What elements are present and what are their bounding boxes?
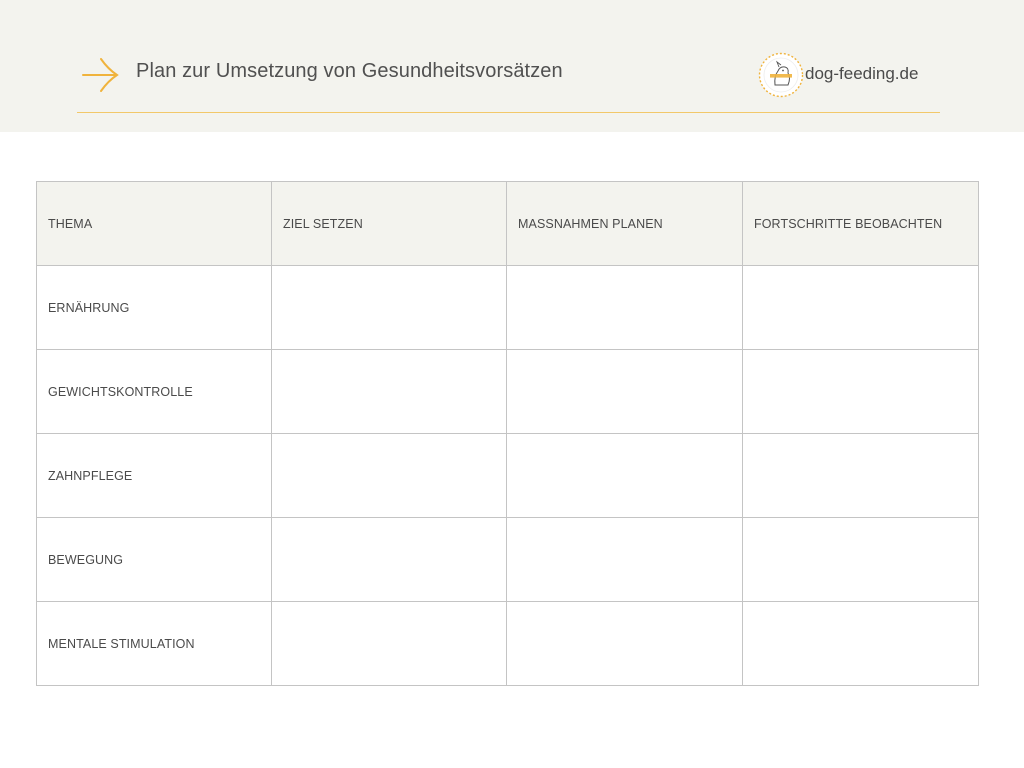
cell-ziel-setzen[interactable] [271, 349, 507, 434]
table-row: GEWICHTSKONTROLLE [36, 349, 979, 434]
brand-name: dog-feeding.de [805, 64, 919, 83]
cell-massnahmen-planen[interactable] [506, 349, 743, 434]
cell-massnahmen-planen[interactable] [506, 601, 743, 686]
table-row: ERNÄHRUNG [36, 265, 979, 350]
row-label-gewichtskontrolle: GEWICHTSKONTROLLE [36, 349, 272, 434]
arrow-right-icon [82, 58, 119, 92]
cell-ziel-setzen[interactable] [271, 517, 507, 602]
table-header-row: THEMA ZIEL SETZEN MASSNAHMEN PLANEN FORT… [36, 181, 979, 266]
cell-ziel-setzen[interactable] [271, 265, 507, 350]
cell-massnahmen-planen[interactable] [506, 265, 743, 350]
cell-fortschritte-beobachten[interactable] [742, 517, 979, 602]
health-plan-table: THEMA ZIEL SETZEN MASSNAHMEN PLANEN FORT… [36, 181, 979, 686]
cell-fortschritte-beobachten[interactable] [742, 433, 979, 518]
column-header-thema: THEMA [36, 181, 272, 266]
table-row: MENTALE STIMULATION [36, 601, 979, 686]
column-header-ziel-setzen: ZIEL SETZEN [271, 181, 507, 266]
cell-ziel-setzen[interactable] [271, 433, 507, 518]
cell-massnahmen-planen[interactable] [506, 433, 743, 518]
column-header-massnahmen-planen: MASSNAHMEN PLANEN [506, 181, 743, 266]
cell-fortschritte-beobachten[interactable] [742, 349, 979, 434]
row-label-zahnpflege: ZAHNPFLEGE [36, 433, 272, 518]
cell-fortschritte-beobachten[interactable] [742, 265, 979, 350]
cell-fortschritte-beobachten[interactable] [742, 601, 979, 686]
page-header: Plan zur Umsetzung von Gesundheitsvorsät… [0, 0, 1024, 132]
row-label-mentale-stimulation: MENTALE STIMULATION [36, 601, 272, 686]
row-label-bewegung: BEWEGUNG [36, 517, 272, 602]
dog-feeding-logo [758, 52, 804, 98]
cell-massnahmen-planen[interactable] [506, 517, 743, 602]
cell-ziel-setzen[interactable] [271, 601, 507, 686]
table-row: ZAHNPFLEGE [36, 433, 979, 518]
column-header-fortschritte-beobachten: FORTSCHRITTE BEOBACHTEN [742, 181, 979, 266]
table-row: BEWEGUNG [36, 517, 979, 602]
row-label-ernaehrung: ERNÄHRUNG [36, 265, 272, 350]
page-title: Plan zur Umsetzung von Gesundheitsvorsät… [136, 60, 563, 82]
header-divider [77, 112, 940, 113]
